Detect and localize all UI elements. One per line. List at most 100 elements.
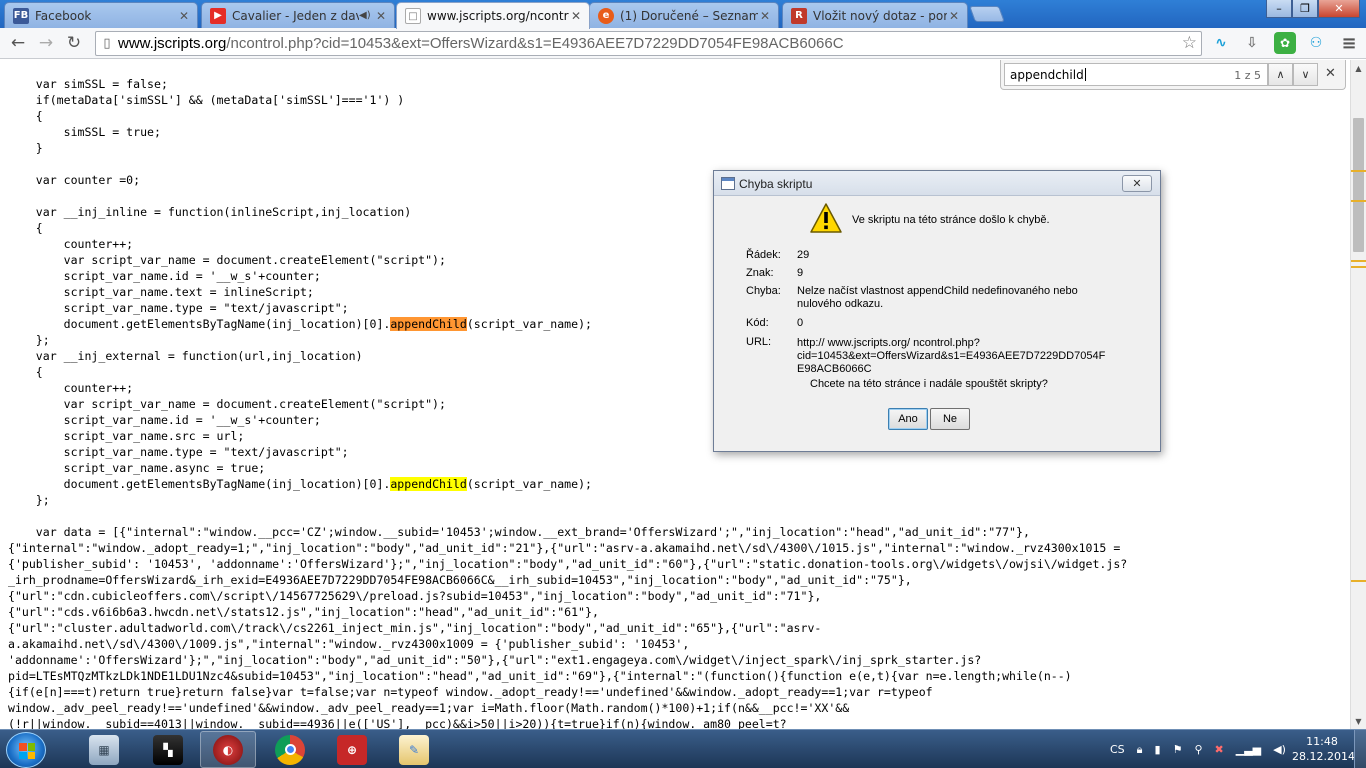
find-result-marker (1351, 260, 1366, 262)
start-button[interactable] (6, 732, 46, 768)
page-icon: ▯ (103, 36, 111, 51)
char-label: Znak: (746, 267, 774, 279)
find-bar: appendchild 1 z 5 ∧ ∨ ✕ (1000, 60, 1346, 90)
line-label: Řádek: (746, 249, 781, 261)
system-tray: CS 🔒︎ ▮ ⚑ ⚲ ✖ ▁▃▅ ◀) (1110, 730, 1298, 768)
find-result-marker (1351, 170, 1366, 172)
taskbar-chrome[interactable] (262, 731, 318, 768)
menu-icon[interactable]: ≡ (1338, 32, 1360, 54)
people-extension-icon[interactable]: ⚇ (1305, 32, 1327, 54)
yes-button[interactable]: Ano (888, 408, 928, 430)
dialog-titlebar: Chyba skriptu ✕ (714, 171, 1160, 196)
tab-title: Vložit nový dotaz - poradn (813, 8, 947, 23)
close-window-button[interactable]: ✕ (1318, 0, 1360, 18)
extension-wave-icon[interactable]: ∿ (1210, 32, 1232, 54)
clapperboard-icon: ▚ (153, 734, 183, 765)
tray-flag-icon[interactable]: ⚑ (1173, 743, 1183, 756)
window-icon (721, 177, 735, 190)
chrome-icon (275, 734, 305, 765)
code-between-matches: (script_var_name); }; var __inj_external… (35, 317, 592, 491)
restore-button[interactable]: ❐ (1292, 0, 1318, 18)
scroll-down-icon[interactable]: ▼ (1351, 713, 1366, 729)
find-query: appendchild (1010, 68, 1086, 82)
browser-toolbar: ← → ↻ ▯ www.jscripts.org/ncontrol.php?ci… (0, 28, 1366, 59)
tab-close-icon[interactable]: ✕ (569, 9, 583, 23)
tab-poradna[interactable]: R Vložit nový dotaz - poradn ✕ (782, 2, 968, 28)
tray-network-error-icon[interactable]: ✖ (1215, 743, 1224, 756)
find-match-current: appendChild (390, 317, 467, 331)
red-orb-icon: ◐ (213, 734, 243, 765)
tray-device-icon[interactable]: ▮ (1155, 743, 1161, 756)
find-match-count: 1 z 5 (1234, 69, 1261, 82)
scrollbar-thumb[interactable] (1353, 118, 1364, 252)
tab-close-icon[interactable]: ✕ (177, 9, 191, 23)
find-result-marker (1351, 266, 1366, 268)
forward-button[interactable]: → (32, 30, 60, 56)
find-match: appendChild (390, 477, 467, 491)
dialog-message: Ve skriptu na této stránce došlo k chybě… (852, 214, 1050, 226)
address-bar[interactable]: ▯ www.jscripts.org/ncontrol.php?cid=1045… (95, 31, 1202, 56)
tab-title: www.jscripts.org/ncontrol (427, 9, 569, 23)
text-caret (1084, 68, 1086, 81)
calculator-icon: ▦ (89, 734, 119, 765)
back-button[interactable]: ← (4, 30, 32, 56)
find-previous-button[interactable]: ∧ (1268, 63, 1293, 86)
taskbar-network-tool[interactable]: ⊕ (324, 731, 380, 768)
dialog-close-button[interactable]: ✕ (1122, 175, 1152, 192)
taskbar-media-app[interactable]: ▚ (140, 731, 196, 768)
vertical-scrollbar[interactable]: ▲ ▼ (1350, 60, 1366, 729)
url-text: www.jscripts.org/ncontrol.php?cid=10453&… (118, 35, 844, 52)
language-indicator[interactable]: CS (1110, 743, 1125, 756)
seznam-icon: e (598, 7, 614, 24)
tray-signal-icon[interactable]: ▁▃▅ (1236, 743, 1261, 756)
find-next-button[interactable]: ∨ (1293, 63, 1318, 86)
tray-volume-icon[interactable]: ◀) (1273, 743, 1286, 756)
url-host: www.jscripts.org (118, 35, 227, 52)
page-icon: □ (405, 8, 421, 24)
url-path: /ncontrol.php?cid=10453&ext=OffersWizard… (226, 35, 844, 52)
facebook-icon: FB (13, 7, 29, 24)
taskbar-calculator[interactable]: ▦ (76, 731, 132, 768)
reload-button[interactable]: ↻ (60, 30, 88, 56)
find-input[interactable]: appendchild 1 z 5 (1004, 63, 1268, 86)
show-desktop-button[interactable] (1354, 730, 1366, 768)
new-tab-button[interactable] (969, 6, 1005, 22)
clock-time: 11:48 (1306, 735, 1338, 748)
taskbar: ▦ ▚ ◐ ⊕ ✎ CS 🔒︎ ▮ ⚑ ⚲ ✖ ▁▃▅ ◀) 11:48 28.… (0, 729, 1366, 768)
network-tool-icon: ⊕ (337, 734, 367, 765)
scroll-up-icon[interactable]: ▲ (1351, 60, 1366, 76)
no-button[interactable]: Ne (930, 408, 970, 430)
tab-strip: FB Facebook ✕ ▶ Cavalier - Jeden z davu … (0, 0, 1366, 29)
download-extension-icon[interactable]: ⇩ (1241, 32, 1263, 54)
taskbar-clock[interactable]: 11:48 28.12.2014 (1292, 734, 1355, 764)
find-close-icon[interactable]: ✕ (1325, 66, 1336, 81)
poradna-icon: R (791, 7, 807, 24)
find-result-marker (1351, 200, 1366, 202)
speaker-icon: ◀) (359, 10, 371, 21)
evernote-extension-icon[interactable]: ✿ (1274, 32, 1296, 54)
taskbar-paint[interactable]: ✎ (386, 731, 442, 768)
code-label: Kód: (746, 317, 769, 329)
tab-title: Cavalier - Jeden z davu (232, 8, 359, 23)
find-result-marker (1351, 580, 1366, 582)
tab-jscripts[interactable]: □ www.jscripts.org/ncontrol ✕ (396, 2, 590, 29)
tab-close-icon[interactable]: ✕ (758, 9, 772, 23)
error-value: Nelze načíst vlastnost appendChild nedef… (797, 285, 1078, 310)
tray-lock-icon[interactable]: 🔒︎ (1137, 743, 1143, 757)
minimize-button[interactable]: – (1266, 0, 1292, 18)
code-before-match: var simSSL = false; if(metaData['simSSL'… (35, 77, 446, 331)
tab-close-icon[interactable]: ✕ (374, 9, 388, 23)
window-controls: – ❐ ✕ (1266, 0, 1360, 18)
tab-title: (1) Doručené – Seznam En (620, 8, 758, 23)
windows-logo-icon (19, 743, 35, 759)
char-value: 9 (797, 267, 804, 279)
url-value: http:// www.jscripts.org/ ncontrol.php? … (797, 337, 1106, 375)
tab-youtube[interactable]: ▶ Cavalier - Jeden z davu ◀) ✕ (201, 2, 395, 28)
tray-wifi-icon[interactable]: ⚲ (1194, 743, 1202, 756)
tab-seznam-email[interactable]: e (1) Doručené – Seznam En ✕ (589, 2, 779, 28)
tab-title: Facebook (35, 8, 92, 23)
tab-facebook[interactable]: FB Facebook ✕ (4, 2, 198, 28)
bookmark-star-icon[interactable]: ☆ (1182, 33, 1197, 53)
tab-close-icon[interactable]: ✕ (947, 9, 961, 23)
taskbar-ie-script[interactable]: ◐ (200, 731, 256, 768)
